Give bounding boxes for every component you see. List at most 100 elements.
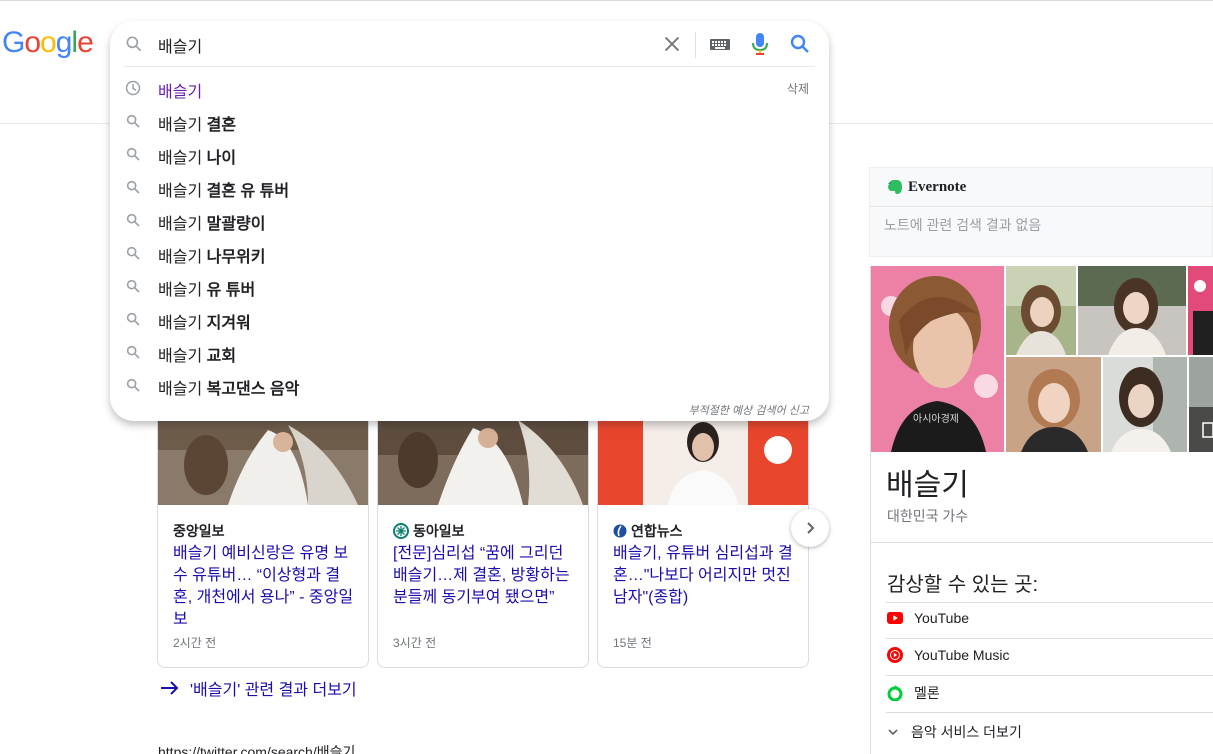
- news-headline[interactable]: 배슬기, 유튜버 심리섭과 결혼…"나보다 어리지만 멋진 남자"(종합): [613, 543, 798, 609]
- search-icon: [126, 213, 140, 227]
- suggestion-item[interactable]: 배슬기 유 튜버: [110, 269, 829, 302]
- news-headline[interactable]: [전문]심리섭 “꿈에 그리던 배슬기…제 결혼, 방황하는 분들께 동기부여 …: [393, 543, 578, 609]
- suggestion-item[interactable]: 배슬기 결혼 유 튜버: [110, 170, 829, 203]
- logo-letter: G: [2, 26, 25, 59]
- suggestion-completion: 결혼 유 튜버: [202, 183, 290, 200]
- knowledge-panel-main-photo[interactable]: 아시아경제: [871, 266, 1004, 452]
- suggestion-prefix: 배슬기: [158, 381, 203, 398]
- news-source-label: 연합뉴스: [631, 523, 683, 539]
- news-thumbnail: [598, 420, 808, 505]
- yonhap-logo-icon: [613, 524, 627, 538]
- suggestion-item-history[interactable]: 배슬기 삭제: [110, 71, 829, 104]
- chevron-down-icon: [888, 729, 898, 736]
- panel-divider: [886, 602, 1213, 603]
- suggestion-prefix: 배슬기: [158, 216, 203, 233]
- suggestion-text: 배슬기 교회: [158, 342, 236, 366]
- more-results-link[interactable]: '배슬기' 관련 결과 더보기: [160, 676, 357, 700]
- search-icon: [126, 180, 140, 194]
- suggestion-prefix: 배슬기: [158, 183, 203, 200]
- search-submit-icon[interactable]: [788, 32, 812, 56]
- suggestion-item[interactable]: 배슬기 교회: [110, 335, 829, 368]
- melon-icon: [887, 685, 903, 701]
- photo-caption: 아시아경제: [913, 412, 959, 425]
- knowledge-panel-photo[interactable]: [1006, 357, 1101, 452]
- suggestion-item[interactable]: 배슬기 복고댄스 음악: [110, 368, 829, 401]
- suggestion-item[interactable]: 배슬기 말괄량이: [110, 203, 829, 236]
- news-thumbnail: [378, 420, 588, 505]
- search-icon: [126, 312, 140, 326]
- entity-description: 대한민국 가수: [887, 508, 969, 524]
- suggestion-prefix: 배슬기: [158, 282, 203, 299]
- logo-letter: o: [24, 26, 41, 59]
- suggestion-completion: 나이: [202, 150, 237, 167]
- clear-icon[interactable]: [661, 33, 683, 55]
- donga-logo-icon: [393, 523, 409, 539]
- watch-section-title: 감상할 수 있는 곳:: [887, 574, 1039, 596]
- suggestion-completion: 나무위키: [202, 249, 266, 266]
- arrow-right-icon: [161, 681, 179, 695]
- suggestion-item[interactable]: 배슬기 나이: [110, 137, 829, 170]
- search-icon: [126, 114, 140, 128]
- twitter-result-url[interactable]: https://twitter.com/search/배슬기: [158, 742, 355, 754]
- evernote-widget: Evernote 노트에 관련 검색 결과 없음: [869, 167, 1213, 257]
- suggestion-prefix: 배슬기: [158, 315, 203, 332]
- suggestion-text: 배슬기 결혼: [158, 111, 236, 135]
- search-box[interactable]: 배슬기 배슬기 삭제 배슬기 결혼 배슬기 나이 배슬기 결혼 유 튜버 배슬기…: [110, 21, 829, 421]
- knowledge-panel-photo[interactable]: [1188, 266, 1213, 355]
- suggestion-item[interactable]: 배슬기 지겨워: [110, 302, 829, 335]
- news-card[interactable]: 연합뉴스 배슬기, 유튜버 심리섭과 결혼…"나보다 어리지만 멋진 남자"(종…: [597, 420, 809, 668]
- knowledge-panel-photo[interactable]: [1189, 357, 1213, 452]
- google-logo[interactable]: Google: [2, 26, 94, 60]
- service-melon[interactable]: 멜론: [887, 683, 940, 703]
- evernote-message: 노트에 관련 검색 결과 없음: [884, 217, 1042, 233]
- suggestion-text: 배슬기 복고댄스 음악: [158, 375, 299, 399]
- news-card[interactable]: 동아일보 [전문]심리섭 “꿈에 그리던 배슬기…제 결혼, 방황하는 분들께 …: [377, 420, 589, 668]
- suggestion-prefix: 배슬기: [158, 117, 203, 134]
- suggestion-text: 배슬기 유 튜버: [158, 276, 255, 300]
- suggestion-text: 배슬기 결혼 유 튜버: [158, 177, 289, 201]
- news-source-label: 동아일보: [413, 523, 465, 539]
- more-services-label: 음악 서비스 더보기: [911, 724, 1022, 740]
- suggestion-prefix: 배슬기: [158, 348, 203, 365]
- carousel-next-button[interactable]: [791, 509, 829, 547]
- suggestion-item[interactable]: 배슬기 나무위키: [110, 236, 829, 269]
- evernote-header[interactable]: Evernote: [886, 178, 966, 196]
- suggestion-completion: 복고댄스 음악: [202, 381, 300, 398]
- logo-letter: e: [77, 26, 94, 59]
- search-icon: [126, 345, 140, 359]
- news-source: 중앙일보: [173, 521, 225, 541]
- suggestion-text: 배슬기: [158, 84, 203, 101]
- search-input-row[interactable]: 배슬기: [110, 21, 829, 67]
- search-input[interactable]: 배슬기: [158, 33, 202, 57]
- news-headline[interactable]: 배슬기 예비신랑은 유명 보수 유튜버… “이상형과 결혼, 개천에서 용나” …: [173, 543, 358, 631]
- panel-divider: [886, 638, 1213, 639]
- search-icon: [126, 147, 140, 161]
- suggestion-completion: 지겨워: [202, 315, 251, 332]
- service-label: YouTube Music: [914, 647, 1010, 663]
- knowledge-panel-photo[interactable]: [1078, 266, 1186, 355]
- evernote-title: Evernote: [908, 178, 967, 195]
- suggestion-prefix: 배슬기: [158, 249, 203, 266]
- history-clock-icon: [125, 80, 141, 96]
- more-music-services-button[interactable]: 음악 서비스 더보기: [887, 722, 1022, 742]
- news-card[interactable]: 중앙일보 배슬기 예비신랑은 유명 보수 유튜버… “이상형과 결혼, 개천에서…: [157, 420, 369, 668]
- search-divider: [695, 32, 696, 58]
- suggestion-completion: 말괄량이: [202, 216, 266, 233]
- suggestion-text: 배슬기 지겨워: [158, 309, 251, 333]
- logo-letter: g: [55, 26, 73, 59]
- suggestion-text: 배슬기 말괄량이: [158, 210, 266, 234]
- suggestion-item[interactable]: 배슬기 결혼: [110, 104, 829, 137]
- suggestion-completion: 유 튜버: [202, 282, 256, 299]
- report-suggestions-link[interactable]: 부적절한 예상 검색어 신고: [689, 402, 810, 418]
- knowledge-panel-photo[interactable]: [1103, 357, 1187, 452]
- suggestion-completion: 교회: [202, 348, 237, 365]
- news-age: 3시간 전: [393, 636, 437, 650]
- service-youtube-music[interactable]: YouTube Music: [887, 647, 1009, 663]
- delete-history-link[interactable]: 삭제: [787, 80, 809, 97]
- youtube-icon: [887, 612, 903, 624]
- knowledge-panel-photo[interactable]: [1006, 266, 1076, 355]
- news-source: 동아일보: [393, 521, 465, 541]
- service-youtube[interactable]: YouTube: [887, 610, 969, 626]
- mic-icon[interactable]: [750, 32, 770, 56]
- keyboard-icon[interactable]: [709, 34, 731, 54]
